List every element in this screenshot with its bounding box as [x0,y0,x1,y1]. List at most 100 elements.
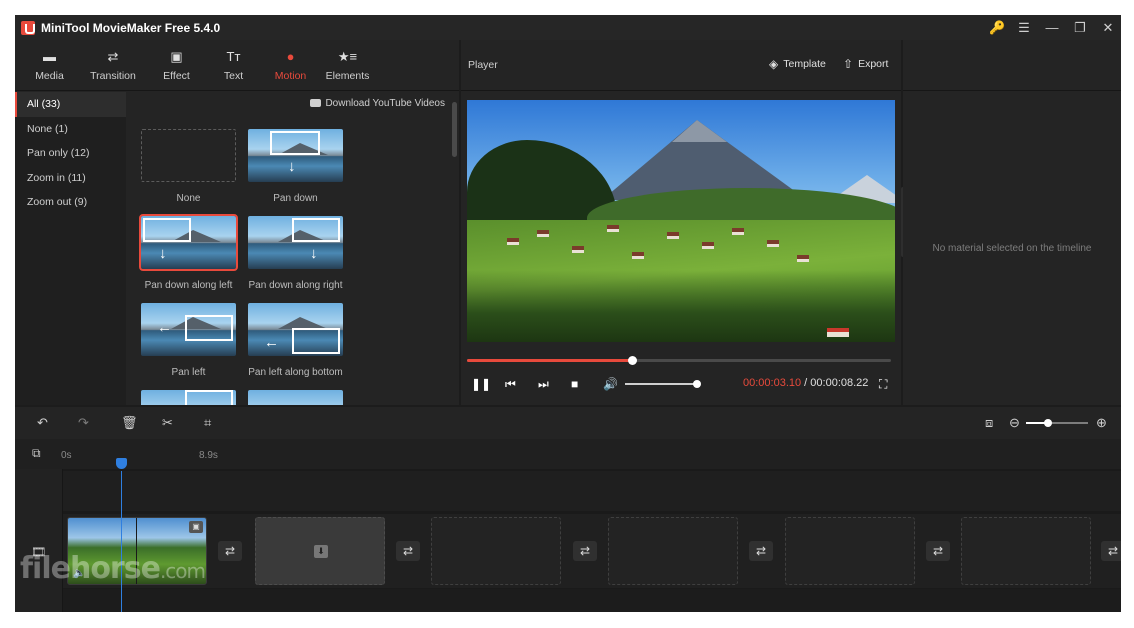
video-mountain-peak [672,120,727,142]
close-icon[interactable]: ✕ [1101,20,1115,35]
library-panel: ▬ Media ⇄ Transition ▣ Effect Tт Text ● … [15,40,459,405]
tool-elements[interactable]: ★≡ Elements [319,40,376,91]
volume-slider[interactable] [625,380,701,388]
pan-frame [292,218,340,242]
clip-placeholder[interactable]: ⬇ [255,517,385,585]
volume-icon[interactable]: 🔊 [603,375,618,393]
export-button[interactable]: ⇧ Export [843,57,888,71]
video-preview[interactable] [467,100,895,342]
menu-icon[interactable]: ☰ [1017,20,1031,35]
template-button[interactable]: ◈ Template [769,57,826,71]
playback-controls: ❚❚ ⏮ ⏭ ■ 🔊 00:00:03.10 / 00:00:08.22 ⛶ [467,375,895,393]
timeline-zoom-slider[interactable] [1026,419,1088,427]
tool-transition-label: Transition [90,69,136,82]
tool-text[interactable]: Tт Text [205,40,262,91]
seek-progress [467,359,633,362]
motion-item-pan-left[interactable]: ← Pan left [141,303,236,378]
audio-track[interactable] [63,589,1121,612]
motion-caption: None [176,193,201,204]
motion-item-pan-left-along-bottom[interactable]: ← Pan left along bottom [248,303,343,378]
transition-slot-icon[interactable]: ⇄ [1101,541,1121,561]
empty-properties-message: No material selected on the timeline [932,243,1092,254]
motion-item-pan-down[interactable]: ↓ Pan down [248,129,343,204]
transition-slot-icon[interactable]: ⇄ [749,541,773,561]
video-house [797,255,809,262]
clip-badge-icon: ▣ [189,521,203,533]
export-label: Export [858,58,889,70]
category-none[interactable]: None (1) [15,117,126,142]
motion-caption: Pan left [171,367,206,378]
clip-placeholder[interactable] [785,517,915,585]
tool-effect[interactable]: ▣ Effect [148,40,205,91]
delete-icon[interactable]: 🗑 [121,415,138,431]
motion-item-pan-down-along-right[interactable]: ↓ Pan down along right [248,216,343,291]
clip-placeholder[interactable] [961,517,1091,585]
activate-key-icon[interactable]: 🔑 [989,20,1005,35]
restore-icon[interactable]: ❐ [1073,20,1087,35]
transition-slot-icon[interactable]: ⇄ [218,541,242,561]
zoom-out-icon[interactable]: ⊖ [1009,415,1020,431]
tool-transition[interactable]: ⇄ Transition [78,40,148,91]
fullscreen-icon[interactable]: ⛶ [879,375,887,393]
download-icon: ⬇ [314,545,328,558]
timeline-ruler[interactable]: ⧉ 0s 8.9s [15,439,1121,469]
total-time: 00:00:08.22 [810,377,869,389]
tool-elements-label: Elements [325,69,370,82]
download-youtube-label: Download YouTube Videos [325,98,445,109]
tool-media[interactable]: ▬ Media [21,40,78,91]
arrow-down-icon: ↓ [288,158,296,175]
gallery-scrollbar[interactable] [452,102,457,157]
pan-frame [143,218,191,242]
volume-handle[interactable] [693,380,701,388]
category-pan-only[interactable]: Pan only (12) [15,141,126,166]
pan-frame [185,315,233,341]
time-separator: / [801,377,811,389]
split-scissors-icon[interactable]: ✂ [162,415,173,431]
undo-icon[interactable]: ↶ [37,415,48,431]
motion-item-more[interactable] [141,390,236,405]
motion-item-none[interactable]: None [141,129,236,204]
arrow-left-icon: ← [264,334,279,351]
properties-header [903,40,1121,91]
next-frame-icon[interactable]: ⏭ [538,375,549,393]
app-window: MiniTool MovieMaker Free 5.4.0 🔑 ☰ — ❐ ✕… [15,15,1121,612]
seek-bar[interactable] [467,356,891,365]
empty-track[interactable] [63,471,1121,511]
app-title: MiniTool MovieMaker Free 5.4.0 [41,20,221,35]
category-zoom-out[interactable]: Zoom out (9) [15,190,126,215]
video-track[interactable]: ▣ 🔈 ⇄ ⬇ ⇄ ⇄ ⇄ ⇄ ⇄ [63,514,1121,588]
zoom-in-icon[interactable]: ⊕ [1096,415,1107,431]
pause-icon[interactable]: ❚❚ [471,375,491,393]
clip-placeholder[interactable] [608,517,738,585]
tool-effect-label: Effect [163,69,190,82]
minimize-icon[interactable]: — [1045,20,1059,35]
player-header: Player ◈ Template ⇧ Export [461,40,901,91]
playhead-handle[interactable] [116,458,127,469]
crop-icon[interactable]: ⌗ [204,415,211,431]
ruler-mark-label: 8.9s [199,450,218,461]
motion-thumb: ↓ [248,129,343,182]
pan-frame [185,390,233,405]
tool-motion[interactable]: ● Motion [262,40,319,91]
transition-slot-icon[interactable]: ⇄ [926,541,950,561]
motion-caption: Pan down along right [248,280,343,291]
zoom-handle[interactable] [1043,419,1052,427]
redo-icon[interactable]: ↷ [78,415,89,431]
category-all[interactable]: All (33) [15,92,126,117]
motion-item-more[interactable] [248,390,343,405]
clip-placeholder[interactable] [431,517,561,585]
category-zoom-in[interactable]: Zoom in (11) [15,166,126,191]
video-house [632,252,644,259]
video-house [827,328,849,337]
transition-slot-icon[interactable]: ⇄ [573,541,597,561]
download-youtube-link[interactable]: Download YouTube Videos [310,98,445,109]
seek-handle[interactable] [628,356,638,365]
transition-slot-icon[interactable]: ⇄ [396,541,420,561]
effect-icon: ▣ [170,48,183,64]
previous-frame-icon[interactable]: ⏮ [505,375,516,393]
motion-item-pan-down-along-left[interactable]: ↓ Pan down along left [139,214,238,291]
fit-timeline-icon[interactable]: ⧈ [985,415,993,431]
video-house [767,240,779,247]
add-track-icon[interactable]: ⧉ [32,446,41,461]
stop-icon[interactable]: ■ [571,375,578,393]
